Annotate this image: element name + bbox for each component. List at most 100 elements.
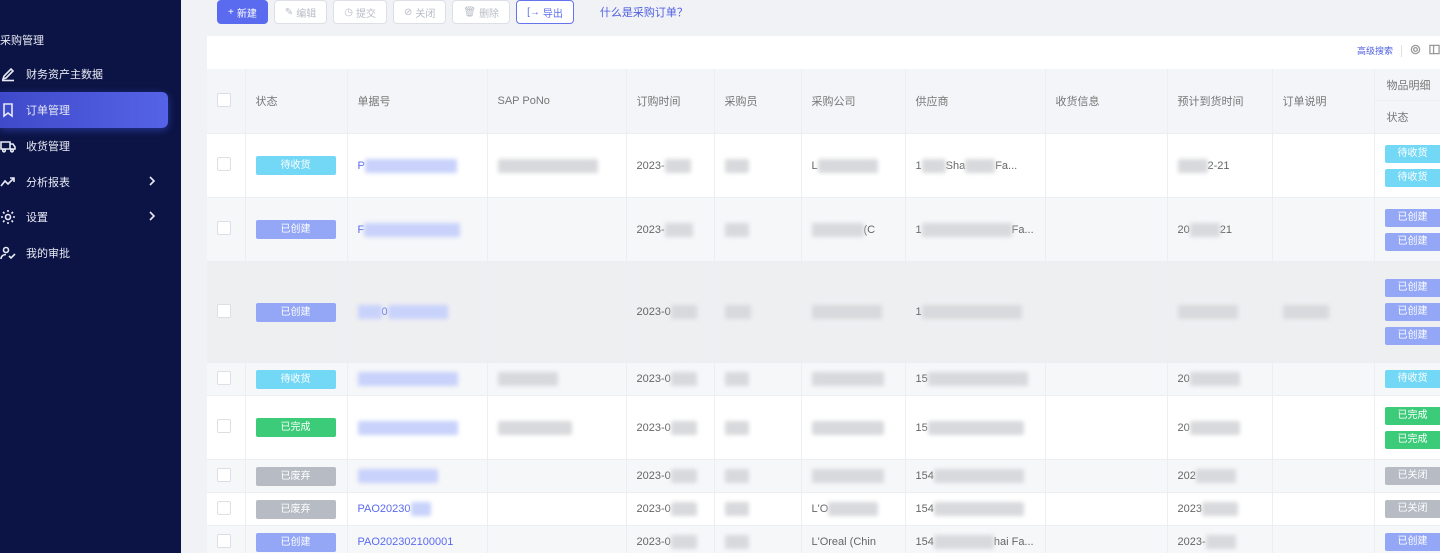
column-layout-icon[interactable] <box>1429 44 1440 57</box>
column-header-order-time[interactable]: 订购时间 <box>626 69 715 134</box>
eye-off-icon: ⊘ <box>403 6 413 18</box>
status-cell: 已完成 <box>245 395 348 460</box>
doc-no-cell: 0 <box>347 261 488 363</box>
order-time-text: 2023-0 <box>636 469 671 482</box>
sidebar-item-order-management[interactable]: 订单管理 <box>0 92 168 128</box>
status-badge: 待收货 <box>255 369 336 389</box>
export-button-label: 导出 <box>542 8 563 20</box>
column-header-doc-no[interactable]: 单据号 <box>347 69 488 134</box>
sap-po-cell <box>487 362 627 396</box>
redacted-text <box>811 222 864 237</box>
supplier-cell: 154 hai Fa... <box>905 525 1046 553</box>
doc-no-link[interactable]: PAO202302100001 <box>358 536 454 548</box>
supplier-cell: 15 <box>905 362 1046 396</box>
remark-cell <box>1272 197 1375 262</box>
supplier-cell: 154 <box>905 492 1046 526</box>
new-button[interactable]: + 新建 <box>217 0 268 24</box>
select-all-checkbox[interactable] <box>217 92 231 107</box>
doc-no-link[interactable]: P <box>358 159 365 171</box>
table-row[interactable]: 待收货 P 2023- L 1 Sha Fa... 2-21 待收货 待收货 <box>207 133 1440 198</box>
truck-icon <box>0 138 22 154</box>
receipt-cell <box>1045 197 1168 262</box>
edit-icon <box>0 66 22 82</box>
sidebar-item-analysis-reports[interactable]: 分析报表 <box>0 164 168 200</box>
doc-no-link[interactable]: PAO20230 <box>358 503 411 515</box>
main-content: + 新建 ✎ 编辑 ◷ 提交 ⊘ 关闭 🗑 删除 [→ 导出 什么是采购订单？ 高级搜索 <box>181 0 1440 553</box>
row-checkbox[interactable] <box>217 157 231 171</box>
sidebar-item-receipt-management[interactable]: 收货管理 <box>0 128 168 164</box>
supplier-text: 15 <box>915 421 928 434</box>
table-row[interactable]: 已创建 F 2023- (C 1 Fa... 20 21 已创建 已创建 <box>207 197 1440 262</box>
item-status-badge: 已创建 <box>1384 279 1440 297</box>
row-checkbox[interactable] <box>217 500 231 515</box>
column-header-supplier[interactable]: 供应商 <box>905 69 1046 134</box>
company-cell: L <box>801 133 906 198</box>
sidebar-item-my-approvals[interactable]: 我的审批 <box>0 235 168 271</box>
supplier-text: 1 <box>915 305 922 318</box>
close-button[interactable]: ⊘ 关闭 <box>392 0 447 24</box>
row-select-cell <box>207 525 246 553</box>
redacted-text <box>497 372 558 386</box>
doc-no-cell: F <box>347 197 488 262</box>
order-time-cell: 2023-0 <box>626 261 715 363</box>
redacted-text <box>1205 535 1236 549</box>
row-checkbox[interactable] <box>217 370 231 385</box>
row-select-cell <box>207 459 246 493</box>
column-header-item-status[interactable]: 状态 <box>1375 101 1440 133</box>
redacted-text <box>1177 305 1238 319</box>
settings-icon[interactable] <box>1410 44 1421 57</box>
row-checkbox[interactable] <box>217 533 231 548</box>
redacted-text <box>921 158 946 173</box>
column-header-receipt[interactable]: 收货信息 <box>1045 69 1168 134</box>
column-header-sap-po[interactable]: SAP PoNo <box>487 69 627 134</box>
company-cell <box>801 261 906 363</box>
delete-button[interactable]: 🗑 删除 <box>452 0 511 24</box>
redacted-text <box>724 158 749 173</box>
doc-no-link[interactable]: 0 <box>382 306 388 318</box>
submit-button[interactable]: ◷ 提交 <box>333 0 387 24</box>
redacted-text <box>670 372 697 386</box>
sidebar-item-label: 分析报表 <box>26 177 70 189</box>
redacted-text <box>921 305 1022 319</box>
row-select-cell <box>207 197 246 262</box>
table-row[interactable]: 待收货 2023-0 15 20 待收货 <box>207 362 1440 396</box>
sidebar-item-finance-master-data[interactable]: 财务资产主数据 <box>0 56 168 92</box>
column-header-buyer[interactable]: 采购员 <box>714 69 802 134</box>
bookmark-icon <box>0 102 22 118</box>
order-table-wrapper: 状态 单据号 SAP PoNo 订购时间 采购员 采购公司 供应商 收货信息 预… <box>207 69 1440 553</box>
row-checkbox[interactable] <box>217 467 231 482</box>
redacted-text <box>724 305 751 319</box>
supplier-suffix: Sha <box>945 159 966 172</box>
order-time-cell: 2023-0 <box>626 395 715 460</box>
advanced-search-link[interactable]: 高级搜索 <box>1357 44 1393 57</box>
item-status-badge: 待收货 <box>1384 144 1440 163</box>
row-checkbox[interactable] <box>217 303 231 318</box>
export-button[interactable]: [→ 导出 <box>516 0 574 24</box>
help-link[interactable]: 什么是采购订单？ <box>600 4 688 20</box>
order-time-cell: 2023-0 <box>626 525 715 553</box>
trash-icon: 🗑 <box>463 6 477 18</box>
table-row[interactable]: 已废弃 PAO20230 2023-0 L'O 154 2023 已关闭 <box>207 492 1440 526</box>
column-header-company[interactable]: 采购公司 <box>801 69 906 134</box>
close-button-label: 关闭 <box>415 8 436 20</box>
table-row[interactable]: 已创建 0 2023-0 1 已创建 已创建 已创建 <box>207 261 1440 363</box>
doc-no-link[interactable]: F <box>358 223 365 235</box>
remark-cell <box>1272 133 1375 198</box>
redacted-text <box>497 420 572 435</box>
status-cell: 待收货 <box>245 362 348 396</box>
row-checkbox[interactable] <box>217 221 231 235</box>
column-header-status[interactable]: 状态 <box>245 69 348 134</box>
delete-button-label: 删除 <box>479 8 500 20</box>
redacted-text <box>927 420 1024 435</box>
table-row[interactable]: 已完成 2023-0 15 20 已完成 已完成 <box>207 395 1440 460</box>
row-select-cell <box>207 492 246 526</box>
table-row[interactable]: 已废弃 2023-0 154 202 已关闭 <box>207 459 1440 493</box>
edit-button[interactable]: ✎ 编辑 <box>273 0 328 24</box>
column-header-remark[interactable]: 订单说明 <box>1272 69 1375 134</box>
order-table: 状态 单据号 SAP PoNo 订购时间 采购员 采购公司 供应商 收货信息 预… <box>207 69 1440 553</box>
table-row[interactable]: 已创建 PAO202302100001 2023-0 L'Oreal (Chin… <box>207 525 1440 553</box>
sidebar-item-settings[interactable]: 设置 <box>0 199 168 235</box>
row-checkbox[interactable] <box>217 419 231 433</box>
column-header-eta[interactable]: 预计到货时间 <box>1167 69 1273 134</box>
redacted-text <box>933 469 1024 483</box>
